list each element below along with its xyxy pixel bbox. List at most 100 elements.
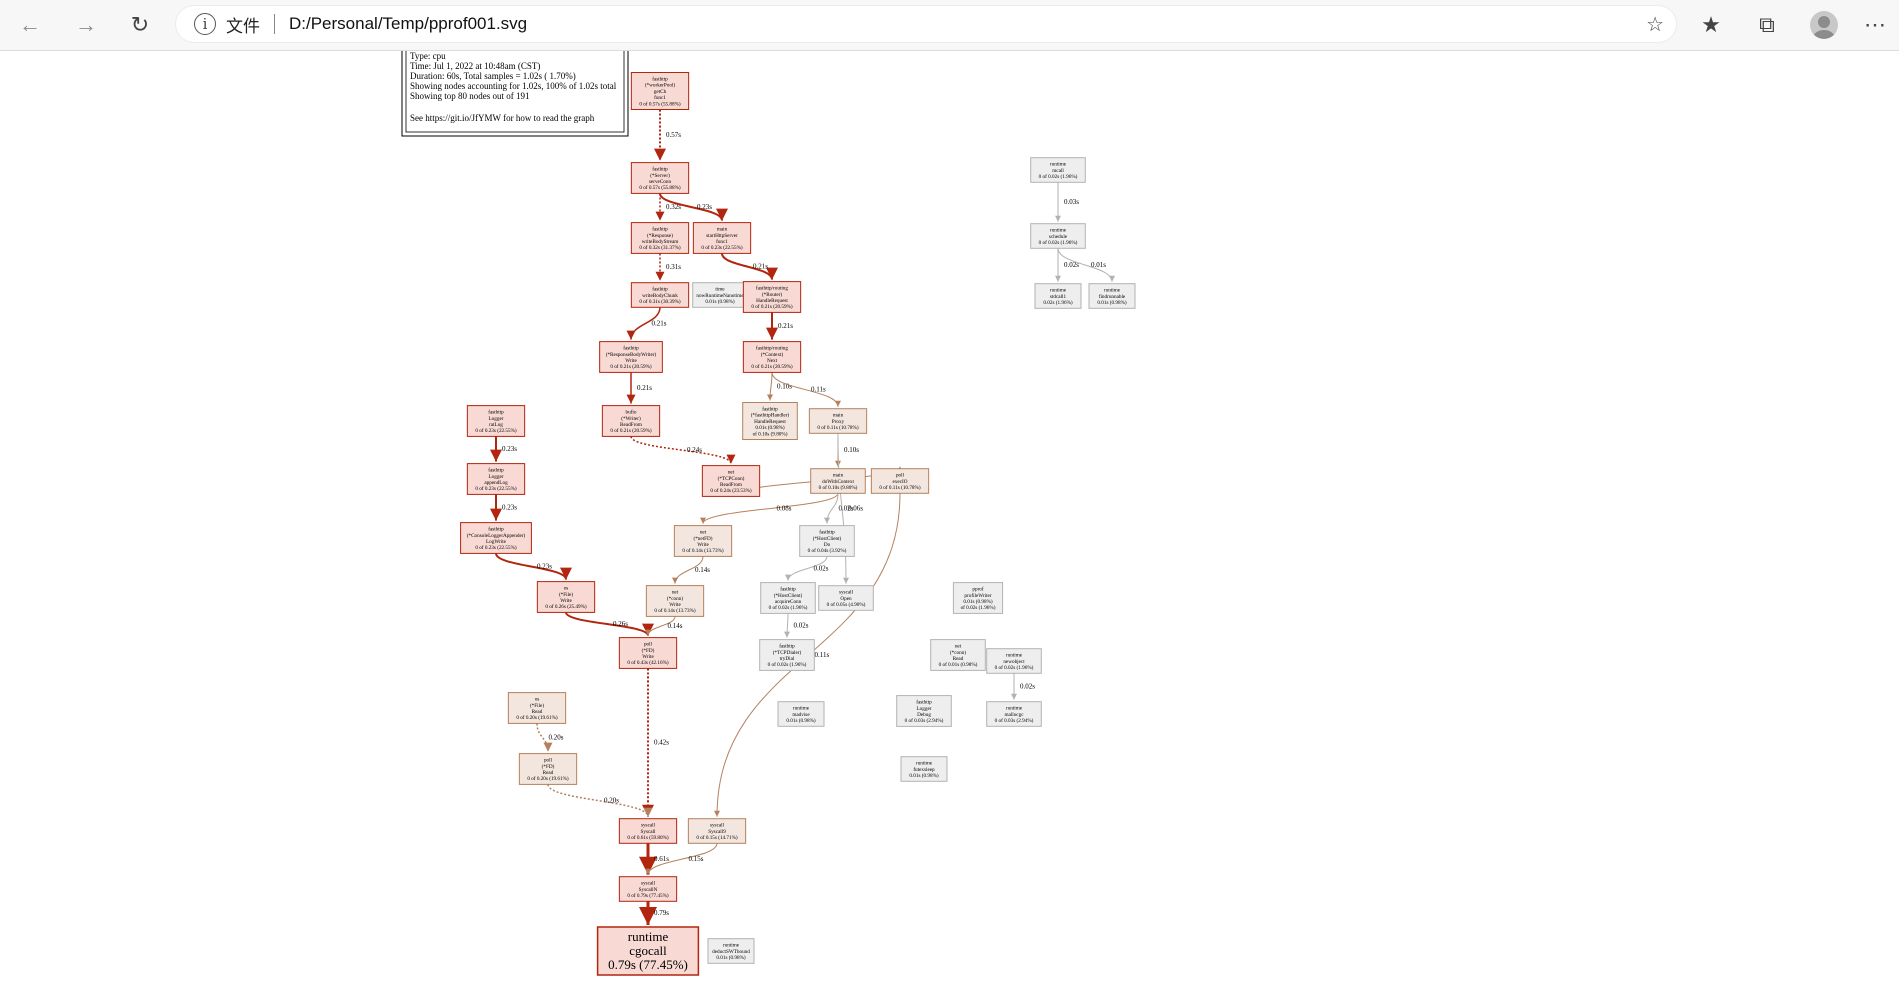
graph-node: syscallSyscallN0 of 0.79s (77.45%) <box>618 876 678 902</box>
graph-node: fasthttp(*ConsoleLoggerAppender)LogWrite… <box>460 522 532 554</box>
graph-node: runtimefindrunnable0.01s (0.98%) <box>1088 283 1136 309</box>
graph-node-label: runtime <box>1050 162 1067 168</box>
graph-edge-label: 0.02s <box>814 565 829 573</box>
graph-edge-label: 0.79s <box>654 909 669 917</box>
graph-node-label: nowRuntimeNanotime <box>696 293 744 299</box>
graph-node-label: writeBodyStream <box>642 239 679 245</box>
graph-node: syscallOpen0 of 0.05s (4.90%) <box>818 585 874 611</box>
graph-legend: Type: cpu Time: Jul 1, 2022 at 10:48am (… <box>401 51 629 137</box>
graph-node-label: 0 of 0.15s (14.71%) <box>696 834 738 841</box>
graph-node-label: 0 of 0.20s (19.61%) <box>516 714 558 721</box>
add-favorite-icon[interactable]: ☆ <box>1646 12 1664 37</box>
graph-node: fasthttpLoggerratLog0 of 0.23s (22.55%) <box>466 405 526 437</box>
graph-edge <box>700 493 839 524</box>
graph-node-label: Proxy <box>832 419 845 425</box>
graph-node-label: cgocall <box>629 943 667 958</box>
graph-node: net(*conn)Write0 of 0.14s (13.73%) <box>645 585 705 617</box>
graph-edge <box>547 784 653 818</box>
graph-node-label: Write <box>560 598 572 604</box>
graph-node-label: findrunnable <box>1099 293 1126 300</box>
collections-icon[interactable]: ⧉ <box>1752 10 1782 40</box>
address-bar[interactable]: i 文件 D:/Personal/Temp/pprof001.svg ☆ <box>176 6 1676 42</box>
graph-node-label: (*netFD) <box>693 535 712 542</box>
graph-node-label: (*File) <box>559 591 573 598</box>
graph-node-label: 0 of 0.02s (1.96%) <box>1039 173 1078 180</box>
graph-edge <box>630 436 736 464</box>
graph-node-label: 0 of 0.11s (10.78%) <box>817 424 858 431</box>
graph-node-label: 0 of 0.02s (1.96%) <box>995 664 1034 671</box>
more-menu-icon[interactable]: ⋯ <box>1860 10 1890 40</box>
legend-line: Duration: 60s, Total samples = 1.02s ( 1… <box>410 71 576 81</box>
graph-node-label: serveConn <box>649 179 672 185</box>
info-icon[interactable]: i <box>194 13 216 35</box>
graph-node-label: syscall <box>641 823 656 829</box>
graph-node: syscallSyscall90 of 0.15s (14.71%) <box>687 818 747 844</box>
graph-node-label: (*File) <box>530 702 544 709</box>
address-url[interactable]: D:/Personal/Temp/pprof001.svg <box>289 14 527 34</box>
graph-node: os(*File)Write0 of 0.26s (25.49%) <box>536 581 596 613</box>
graph-node-label: 0 of 0.21s (20.59%) <box>751 303 793 310</box>
graph-node-label: 0 of 0.03s (2.94%) <box>905 717 944 724</box>
graph-node: runtimefutexsleep0.01s (0.98%) <box>900 756 948 782</box>
graph-node-label: mallocgc <box>1004 712 1024 718</box>
graph-node-label: 0 of 0.20s (19.61%) <box>527 775 569 782</box>
graph-node-label: 0 of 0.23s (22.55%) <box>475 427 517 434</box>
graph-node: fasthttp(*TCPDialer)tryDial0 of 0.02s (1… <box>759 639 815 671</box>
favorites-icon[interactable]: ★ <box>1696 10 1726 40</box>
graph-node-label: fasthttp <box>488 409 504 416</box>
graph-node-label: 0 of 0.31s (30.39%) <box>639 298 681 305</box>
graph-node-label: 0 of 0.01s (0.98%) <box>939 661 978 668</box>
legend-line: Showing nodes accounting for 1.02s, 100%… <box>410 81 617 91</box>
graph-node-label: fasthttp <box>652 286 668 293</box>
graph-edge-label: 0.21s <box>778 322 793 330</box>
graph-node-label: fasthttp/routing <box>756 345 788 352</box>
graph-node-label: 0 of 0.14s (13.73%) <box>654 607 696 614</box>
graph-node-label: deductSWTbound <box>712 949 750 955</box>
graph-node: fasthttp/routing(*Router)HandleRequest0 … <box>742 281 802 313</box>
graph-node-label: runtime <box>793 706 810 712</box>
graph-node-label: 0 of 0.61s (59.80%) <box>627 834 669 841</box>
graph-node-label: 0 of 0.04s (3.92%) <box>808 547 847 554</box>
graph-edge-label: 0.06s <box>848 505 863 513</box>
graph-node-label: (*FD) <box>542 763 555 770</box>
profile-avatar[interactable] <box>1810 11 1838 39</box>
graph-node: syscallSyscall0 of 0.61s (59.80%) <box>618 818 678 844</box>
graph-node-label: SyscallN <box>639 887 658 893</box>
graph-node-label: 0.01s (0.98%) <box>755 424 785 431</box>
graph-node: fasthttp(*HostClient)Do0 of 0.04s (3.92%… <box>799 525 855 557</box>
graph-node-label: fasthttp <box>916 699 932 706</box>
graph-node-label: ReadFrom <box>620 422 642 428</box>
graph-node: fasthttpLoggerappendLog0 of 0.23s (22.55… <box>466 463 526 495</box>
graph-node-label: 0.01s (0.98%) <box>716 954 746 961</box>
graph-node-label: Do <box>824 542 831 548</box>
graph-edge-label: 0.01s <box>1091 261 1106 269</box>
back-arrow-icon[interactable]: ← <box>14 10 46 40</box>
forward-arrow-icon[interactable]: → <box>70 10 102 40</box>
graph-node-label: (*Server) <box>650 172 670 179</box>
graph-node-label: tryDial <box>780 656 795 662</box>
graph-node: mainstartHttpServerfunc10 of 0.23s (22.5… <box>692 222 752 254</box>
graph-edge-label: 0.61s <box>654 855 669 863</box>
graph-node-label: 0.01s (0.98%) <box>786 717 816 724</box>
graph-node-label: fasthttp <box>762 406 778 413</box>
graph-node: fasthttp(*HostClient)acquireConn0 of 0.0… <box>760 582 816 614</box>
graph-node-label: fasthttp <box>652 166 668 173</box>
reload-icon[interactable]: ↻ <box>124 10 156 40</box>
graph-node-label: ReadFrom <box>720 482 742 488</box>
graph-node-label: 0 of 0.02s (1.96%) <box>769 604 808 611</box>
graph-node-label: of 0.02s (1.96%) <box>961 604 996 611</box>
graph-node-label: Write <box>697 542 709 548</box>
graph-node-label: (*conn) <box>667 595 683 602</box>
graph-node-label: runtime <box>1050 228 1067 234</box>
graph-node-label: main <box>833 413 844 419</box>
graph-node: runtimemadvise0.01s (0.98%) <box>777 701 825 727</box>
graph-node: timenowRuntimeNanotime0.01s (0.98%) <box>692 282 748 308</box>
graph-node-label: runtime <box>628 929 669 944</box>
graph-edge <box>565 611 654 637</box>
graph-edge-label: 0.23s <box>697 203 712 211</box>
graph-node-label: Next <box>767 358 778 364</box>
graph-node-label: 0 of 0.02s (1.96%) <box>768 661 807 668</box>
graph-node: mainProxy0 of 0.11s (10.78%) <box>808 408 868 434</box>
graph-node-label: 0.01s (0.98%) <box>1097 299 1127 306</box>
graph-node-label: Read <box>543 770 554 776</box>
